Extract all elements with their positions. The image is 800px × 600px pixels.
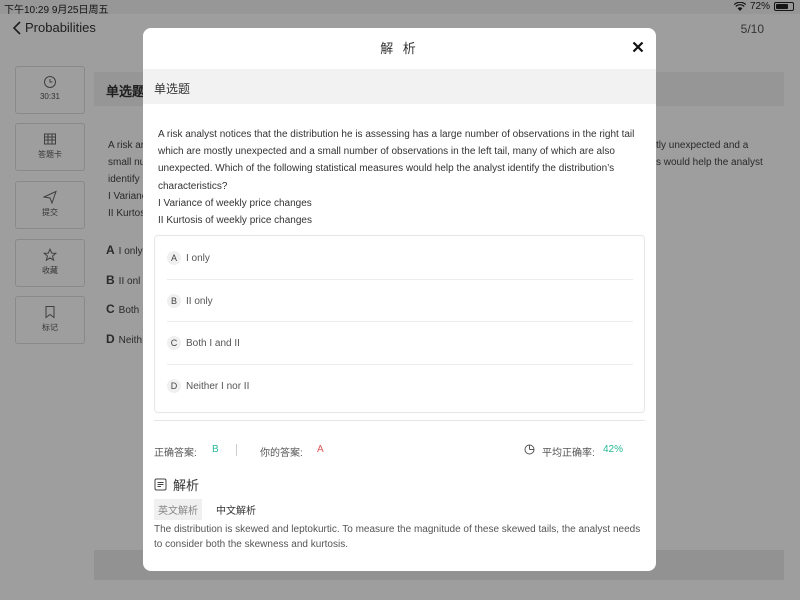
answer-summary: 正确答案: B 你的答案: A 平均正确率: 42% (154, 444, 645, 459)
option-letter: A (167, 251, 181, 265)
your-answer-value: A (317, 444, 324, 455)
pie-chart-icon (524, 444, 535, 455)
section-divider (154, 420, 645, 421)
explanation-text: The distribution is skewed and leptokurt… (154, 524, 641, 550)
tab-english[interactable]: 英文解析 (154, 499, 202, 520)
option-text: Both I and II (186, 337, 240, 349)
option-text: II only (186, 295, 213, 307)
analysis-title: 解析 (173, 478, 200, 493)
option-b[interactable]: B II only (167, 280, 633, 322)
correct-answer-label: 正确答案: (154, 448, 197, 459)
option-text: I only (186, 252, 210, 264)
analysis-modal: 解 析 单选题 A risk analyst notices that the … (143, 28, 656, 571)
option-text: Neither I nor II (186, 380, 250, 392)
option-a[interactable]: A I only (167, 237, 633, 279)
modal-title: 解 析 (380, 41, 419, 56)
analysis-tabs: 英文解析 中文解析 (154, 499, 260, 520)
answer-separator (236, 444, 237, 456)
document-icon (154, 478, 167, 491)
option-letter: B (167, 294, 181, 308)
option-c[interactable]: C Both I and II (167, 322, 633, 364)
question-type-bar: 单选题 (143, 69, 656, 104)
average-rate-label: 平均正确率: (542, 448, 595, 459)
correct-answer-value: B (212, 444, 219, 455)
analysis-heading: 解析 (154, 475, 199, 494)
options-list: A I only B II only C Both I and II D Nei… (154, 235, 645, 413)
average-rate-value: 42% (603, 444, 624, 455)
close-icon[interactable] (630, 39, 646, 55)
question-type: 单选题 (154, 82, 191, 96)
tab-chinese[interactable]: 中文解析 (212, 499, 260, 520)
option-letter: C (167, 336, 181, 350)
question-text: A risk analyst notices that the distribu… (158, 129, 635, 227)
option-letter: D (167, 379, 181, 393)
option-d[interactable]: D Neither I nor II (167, 365, 633, 407)
your-answer-label: 你的答案: (260, 448, 303, 459)
